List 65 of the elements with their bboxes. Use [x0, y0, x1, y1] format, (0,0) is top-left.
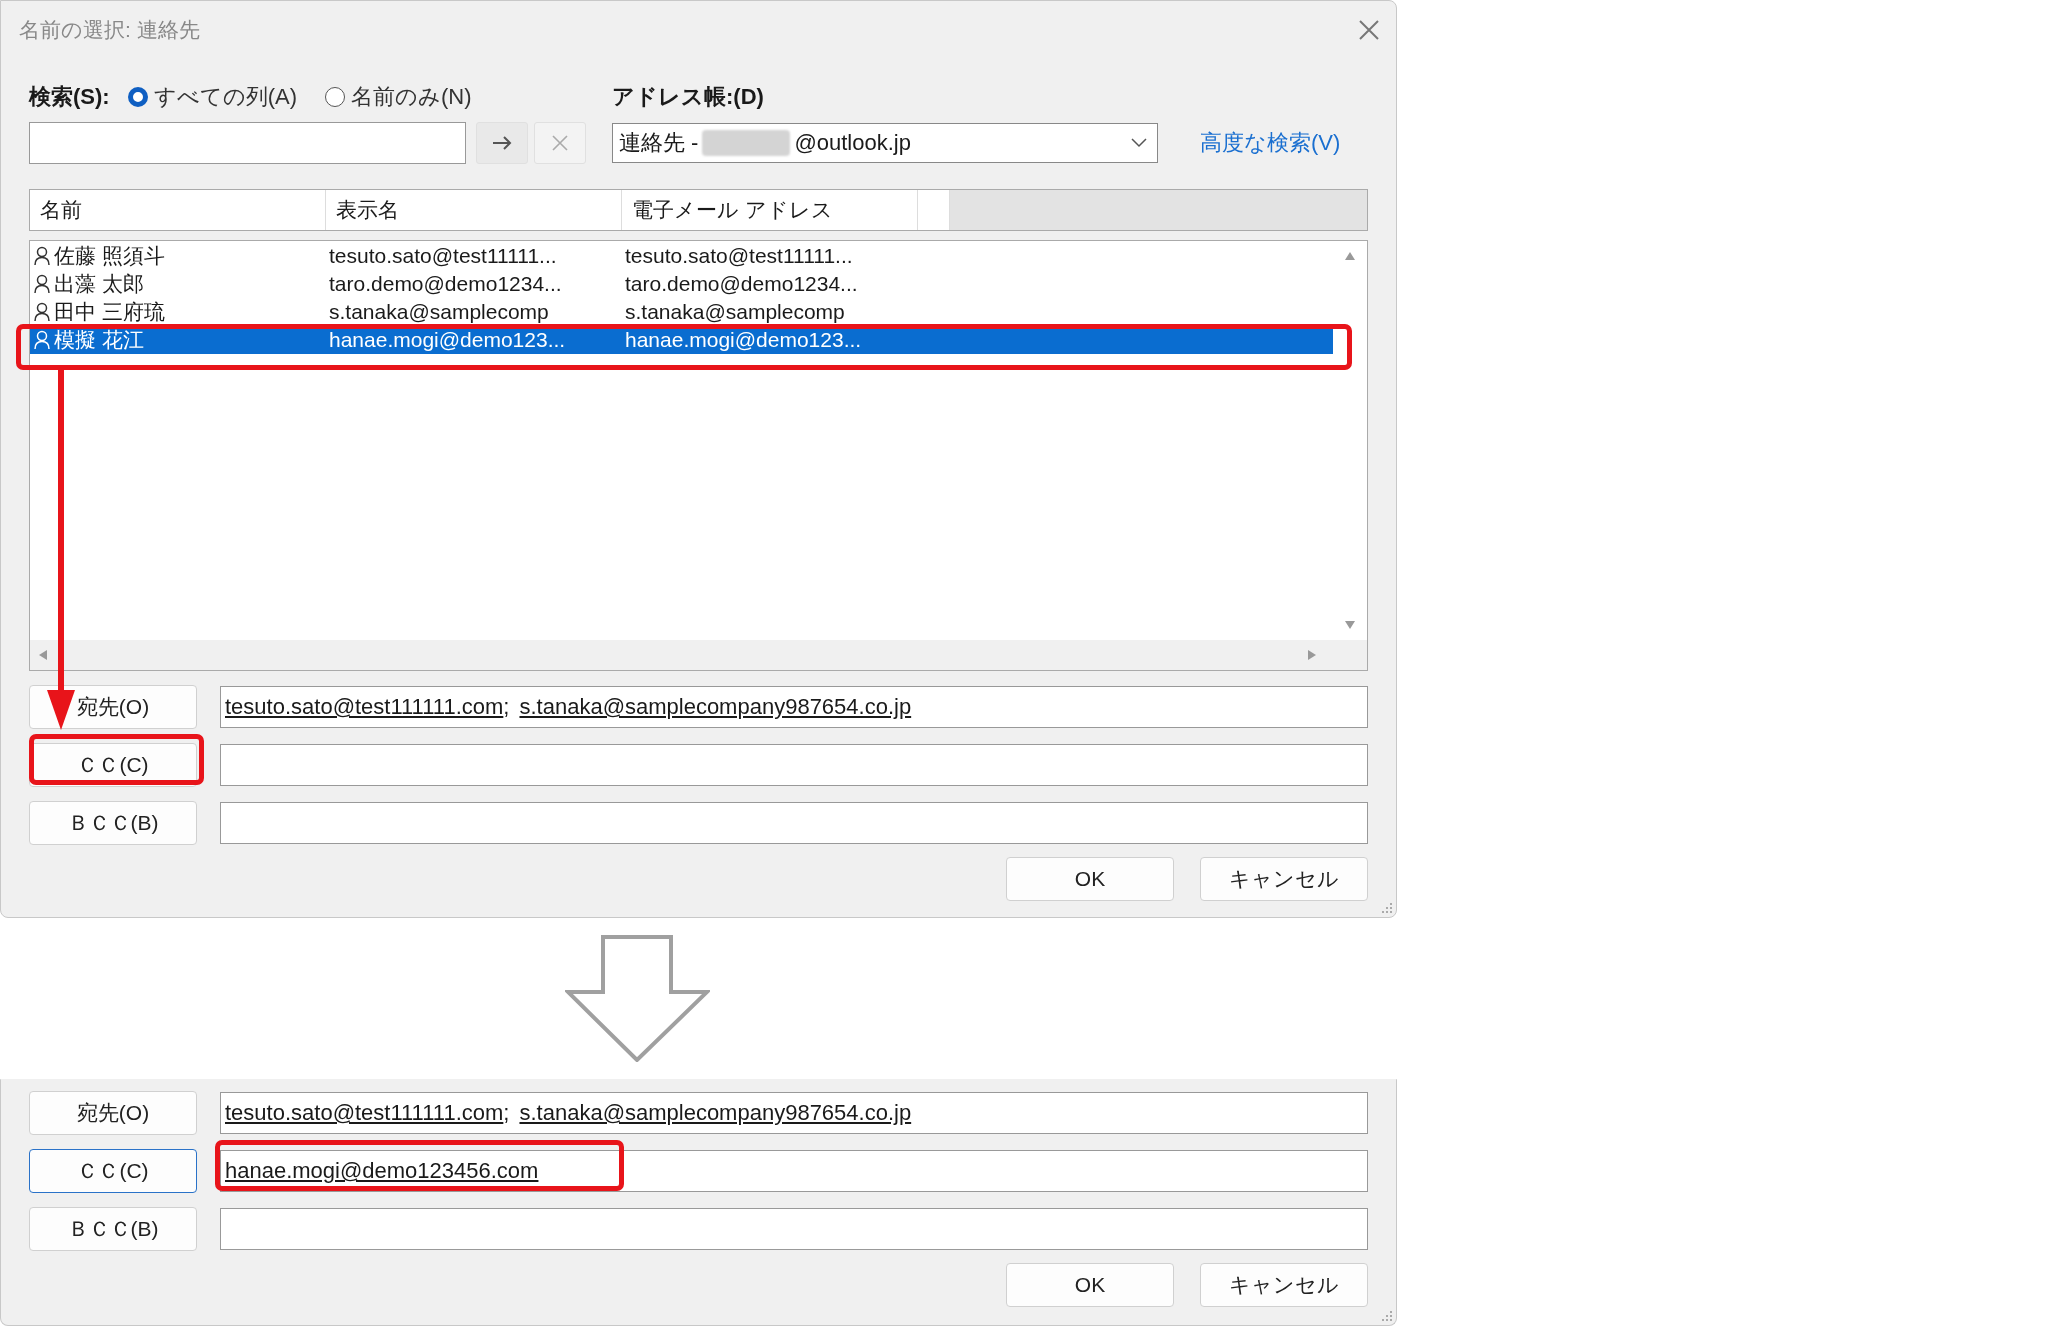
chevron-down-icon [1131, 138, 1147, 148]
search-label: 検索(S): [29, 83, 110, 111]
contact-row[interactable]: 佐藤 照須斗 tesuto.sato@test11111... tesuto.sato@test11111... [30, 242, 1333, 270]
scroll-right-icon[interactable] [1307, 649, 1317, 661]
separator: ; [503, 694, 510, 720]
display-name-cell-text: taro.demo@demo1234... [328, 272, 563, 296]
email-cell-text: taro.demo@demo1234... [624, 272, 859, 296]
contact-row[interactable]: 出藻 太郎 taro.demo@demo1234... taro.demo@demo1234... [30, 270, 1333, 298]
dialog-button[interactable]: キャンセル [1200, 1263, 1368, 1307]
recipient-field[interactable]: tesuto.sato@test111111.com; s.tanaka@samplecompany987654.co.jp [220, 1092, 1368, 1134]
address-book-label: アドレス帳:(D) [612, 83, 764, 111]
recipient-field[interactable] [220, 1208, 1368, 1250]
email-cell-text: tesuto.sato@test11111... [624, 244, 854, 268]
display-name-cell-text: hanae.mogi@demo123... [328, 328, 567, 352]
email-address[interactable]: tesuto.sato@test111111.com [225, 694, 504, 720]
search-field[interactable] [29, 122, 466, 164]
recipient-field[interactable] [220, 802, 1368, 844]
email-address[interactable]: hanae.mogi@demo123456.com [225, 1158, 539, 1184]
recipient-button[interactable]: ＣＣ(C) [29, 1149, 197, 1193]
resize-grip-icon[interactable] [1381, 1310, 1393, 1322]
display-name-cell-text: s.tanaka@samplecomp [328, 300, 550, 324]
contact-name: 田中 三府琉 [54, 299, 165, 325]
recipient-button[interactable]: ＢＣＣ(B) [29, 801, 197, 845]
person-icon [34, 302, 50, 322]
close-icon[interactable] [1358, 19, 1380, 41]
person-icon [34, 246, 50, 266]
separator: ; [503, 1100, 510, 1126]
address-book-dropdown[interactable]: 連絡先 - @outlook.jp [612, 123, 1158, 163]
person-icon [34, 330, 50, 350]
contact-name: 模擬 花江 [54, 327, 144, 353]
recipient-button[interactable]: 宛先(O) [29, 685, 197, 729]
column-header[interactable]: 名前 [30, 190, 326, 230]
resize-grip-icon[interactable] [1381, 902, 1393, 914]
scroll-left-icon[interactable] [38, 649, 48, 661]
recipient-button[interactable]: 宛先(O) [29, 1091, 197, 1135]
person-icon [34, 274, 50, 294]
dialog-button[interactable]: OK [1006, 857, 1174, 901]
window-title: 名前の選択: 連絡先 [19, 17, 200, 43]
recipient-field[interactable]: tesuto.sato@test111111.com; s.tanaka@samplecompany987654.co.jp [220, 686, 1368, 728]
email-cell-text: s.tanaka@samplecomp [624, 300, 846, 324]
close-icon [552, 135, 568, 151]
advanced-search-link[interactable]: 高度な検索(V) [1200, 128, 1341, 158]
email-address[interactable]: tesuto.sato@test111111.com [225, 1100, 504, 1126]
email-address[interactable]: s.tanaka@samplecompany987654.co.jp [519, 1100, 912, 1126]
contact-row[interactable]: 田中 三府琉 s.tanaka@samplecomp s.tanaka@samplecomp [30, 298, 1333, 326]
arrow-icon [492, 136, 512, 150]
display-name-cell-text: tesuto.sato@test11111... [328, 244, 558, 268]
recipient-field[interactable] [220, 744, 1368, 786]
column-header[interactable]: 電子メール アドレス [622, 190, 918, 230]
email-address[interactable]: s.tanaka@samplecompany987654.co.jp [519, 694, 912, 720]
column-header[interactable]: 表示名 [326, 190, 622, 230]
go-button[interactable] [476, 122, 528, 164]
clear-button[interactable] [534, 122, 586, 164]
scroll-down-icon[interactable] [1344, 620, 1356, 630]
horizontal-scrollbar[interactable] [30, 640, 1367, 670]
radio-option[interactable]: すべての列(A) [127, 82, 297, 112]
dialog-button[interactable]: キャンセル [1200, 857, 1368, 901]
radio-option[interactable]: 名前のみ(N) [325, 82, 472, 112]
contact-name: 出藻 太郎 [54, 271, 144, 297]
email-cell-text: hanae.mogi@demo123... [624, 328, 863, 352]
recipient-button[interactable]: ＢＣＣ(B) [29, 1207, 197, 1251]
contact-name: 佐藤 照須斗 [54, 243, 165, 269]
scroll-up-icon[interactable] [1344, 251, 1356, 261]
recipient-field[interactable]: hanae.mogi@demo123456.com [220, 1150, 1368, 1192]
dialog-button[interactable]: OK [1006, 1263, 1174, 1307]
